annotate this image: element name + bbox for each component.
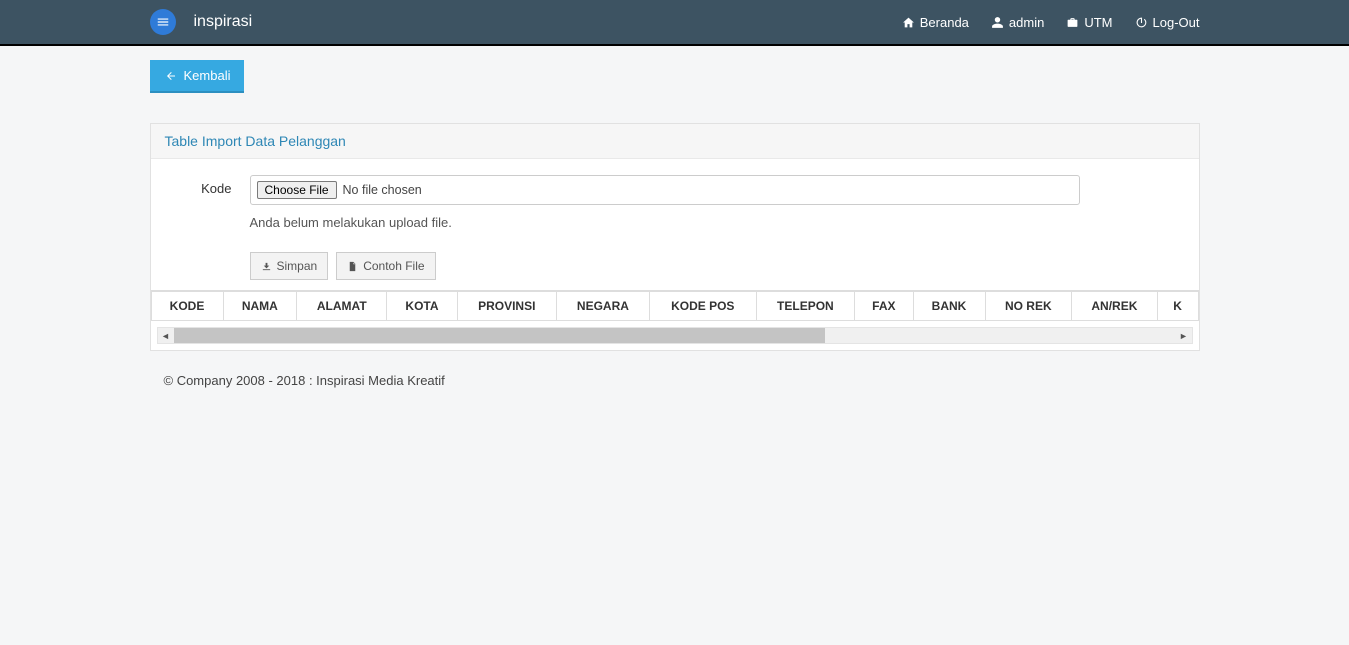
data-table-wrap: KODENAMAALAMATKOTAPROVINSINEGARAKODE POS… (151, 290, 1199, 321)
upload-hint: Anda belum melakukan upload file. (250, 215, 1185, 230)
scroll-right-arrow[interactable]: ► (1176, 331, 1192, 341)
import-panel: Table Import Data Pelanggan Kode Choose … (150, 123, 1200, 351)
top-navbar: inspirasi Beranda admin UTM Log-Out (0, 0, 1349, 46)
example-file-button[interactable]: Contoh File (336, 252, 435, 280)
user-icon (991, 16, 1004, 29)
table-header: KOTA (387, 292, 457, 321)
field-label-kode: Kode (165, 175, 250, 196)
save-button-label: Simpan (277, 259, 318, 273)
nav-logout[interactable]: Log-Out (1135, 15, 1200, 30)
table-header: AN/REK (1072, 292, 1158, 321)
table-header: ALAMAT (297, 292, 387, 321)
download-icon (261, 261, 272, 272)
nav-home[interactable]: Beranda (902, 15, 969, 30)
nav-org[interactable]: UTM (1066, 15, 1112, 30)
table-header: K (1157, 292, 1198, 321)
table-header: KODE (151, 292, 223, 321)
horizontal-scrollbar[interactable]: ◄ ► (157, 327, 1193, 344)
scroll-track[interactable] (174, 328, 1176, 343)
footer-text: © Company 2008 - 2018 : Inspirasi Media … (150, 373, 1200, 388)
arrow-left-icon (164, 70, 178, 82)
table-header: FAX (855, 292, 913, 321)
nav-user-label: admin (1009, 15, 1044, 30)
scroll-thumb[interactable] (174, 328, 825, 343)
nav-user[interactable]: admin (991, 15, 1044, 30)
menu-toggle-button[interactable] (150, 9, 176, 35)
data-table: KODENAMAALAMATKOTAPROVINSINEGARAKODE POS… (151, 291, 1199, 321)
table-header: NAMA (223, 292, 297, 321)
panel-title: Table Import Data Pelanggan (151, 124, 1199, 159)
save-button[interactable]: Simpan (250, 252, 329, 280)
nav-logout-label: Log-Out (1153, 15, 1200, 30)
file-input[interactable]: Choose File No file chosen (250, 175, 1080, 205)
nav-home-label: Beranda (920, 15, 969, 30)
back-button-label: Kembali (184, 68, 231, 83)
brand-title: inspirasi (194, 13, 253, 31)
power-icon (1135, 16, 1148, 29)
back-button[interactable]: Kembali (150, 60, 245, 93)
file-status-text: No file chosen (343, 183, 422, 197)
table-header: NO REK (985, 292, 1072, 321)
scroll-left-arrow[interactable]: ◄ (158, 331, 174, 341)
briefcase-icon (1066, 16, 1079, 29)
home-icon (902, 16, 915, 29)
table-header: NEGARA (556, 292, 649, 321)
choose-file-button[interactable]: Choose File (257, 181, 337, 199)
table-header: PROVINSI (457, 292, 556, 321)
file-icon (347, 261, 358, 272)
example-file-label: Contoh File (363, 259, 424, 273)
table-header: TELEPON (756, 292, 855, 321)
table-header: KODE POS (649, 292, 756, 321)
hamburger-icon (156, 15, 170, 29)
nav-org-label: UTM (1084, 15, 1112, 30)
table-header: BANK (913, 292, 985, 321)
